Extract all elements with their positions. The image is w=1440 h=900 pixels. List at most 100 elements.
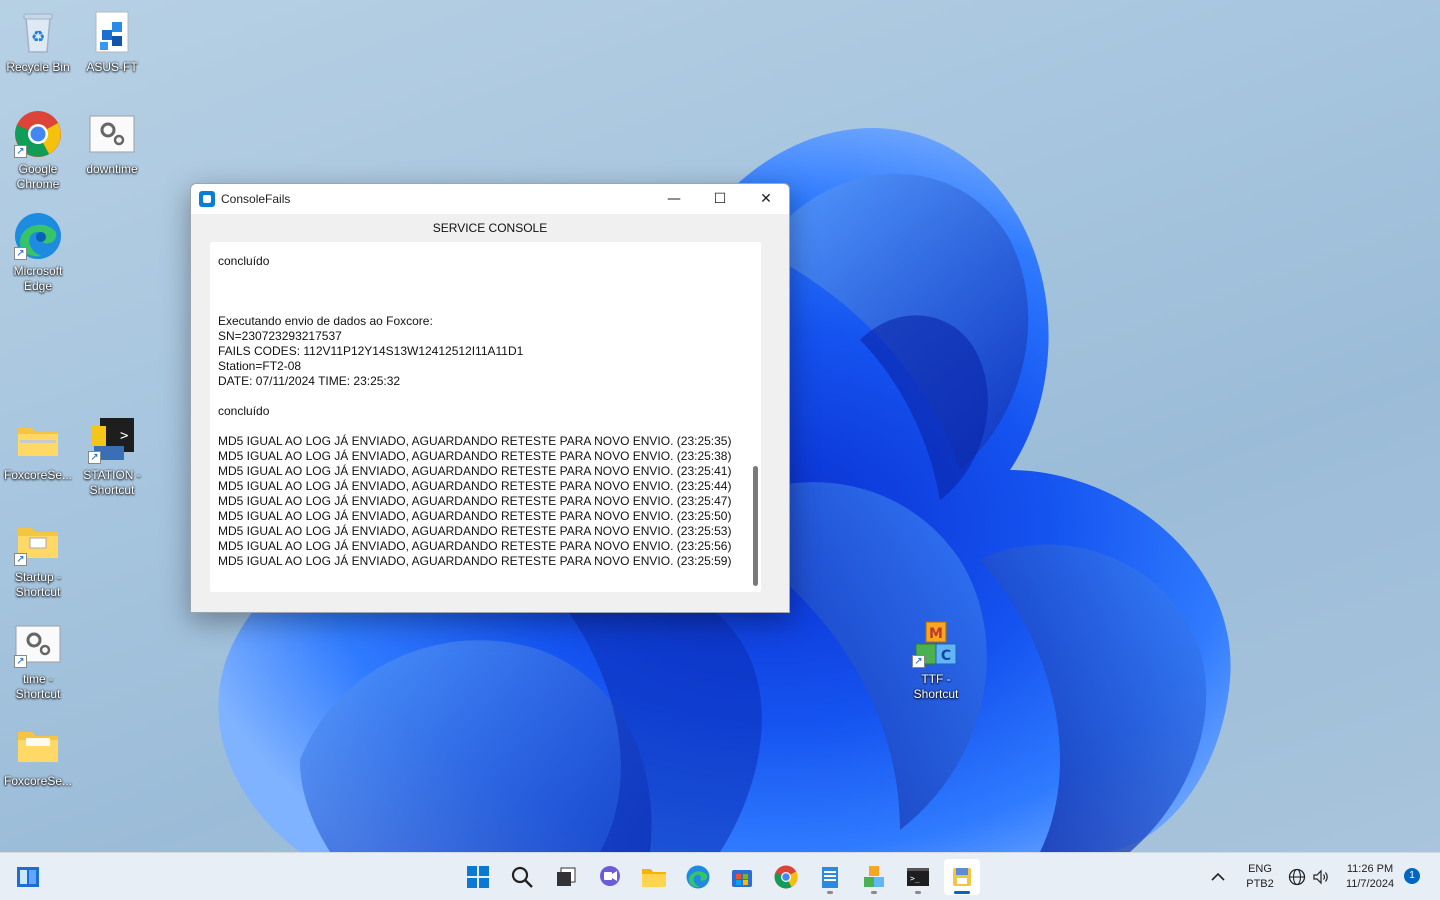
desktop-icon-time-shortcut[interactable]: ↗ time - Shortcut [0,620,76,702]
desktop-icon-ttf-shortcut[interactable]: M C ↗ TTF - Shortcut [898,620,974,702]
log-output-panel[interactable]: concluído Executando envio de dados ao Fo… [210,242,761,592]
start-button[interactable] [460,859,496,895]
globe-icon [1288,868,1306,886]
consolefails-taskbar-button[interactable] [944,859,980,895]
store-button[interactable] [724,859,760,895]
desktop-icon-label: ASUS-FT [86,60,138,74]
shortcut-arrow-icon: ↗ [88,451,101,464]
svg-text:>_: >_ [910,874,920,883]
log-line: MD5 IGUAL AO LOG JÁ ENVIADO, AGUARDANDO … [218,539,732,553]
desktop-icon-microsoft-edge[interactable]: ↗ Microsoft Edge [0,212,76,294]
log-line: concluído [218,254,270,268]
network-button[interactable] [1286,859,1308,895]
folder-icon: ↗ [14,518,62,566]
desktop-icon-station-shortcut[interactable]: > ↗ STATION - Shortcut [74,416,150,498]
log-line: MD5 IGUAL AO LOG JÁ ENVIADO, AGUARDANDO … [218,479,732,493]
shortcut-arrow-icon: ↗ [912,655,925,668]
desktop-icon-label: STATION - Shortcut [83,468,141,497]
speaker-icon [1313,869,1328,885]
desktop-icon-label: Startup - Shortcut [14,570,62,599]
task-view-icon [557,867,576,886]
window-titlebar[interactable]: ConsoleFails — ☐ ✕ [191,184,789,214]
python-terminal-icon: > ↗ [88,416,136,464]
svg-text:♻: ♻ [31,27,45,46]
file-explorer-button[interactable] [636,859,672,895]
shortcut-arrow-icon: ↗ [14,655,27,668]
language-indicator[interactable]: ENG PTB2 [1240,862,1280,892]
running-indicator [915,891,921,894]
consolefails-window[interactable]: ConsoleFails — ☐ ✕ SERVICE CONSOLE concl… [190,183,790,613]
app-icon [199,191,215,207]
desktop-icon-startup-shortcut[interactable]: ↗ Startup - Shortcut [0,518,76,600]
desktop-icon-foxcorese-zip[interactable]: FoxcoreSe... [0,416,76,483]
running-indicator [871,891,877,894]
desktop-icon-label: Recycle Bin [6,60,70,74]
edge-icon [686,865,710,889]
desktop-icon-asus-ft[interactable]: ASUS-FT [74,8,150,75]
show-hidden-icons-button[interactable] [1206,859,1230,895]
blocks-mfc-icon: M C ↗ [912,620,960,668]
desktop-icon-google-chrome[interactable]: ↗ Google Chrome [0,110,76,192]
log-scrollbar[interactable] [753,466,758,586]
log-line: MD5 IGUAL AO LOG JÁ ENVIADO, AGUARDANDO … [218,524,732,538]
svg-text:>: > [120,428,128,444]
desktop-icon-downtime[interactable]: downtime [74,110,150,177]
terminal-button[interactable]: >_ [900,859,936,895]
clock-date: 11/7/2024 [1345,878,1395,890]
desktop-icon-label: TTF - Shortcut [913,672,959,701]
taskbar: >_ ENG PTB2 11:26 PM 11/7/2024 [0,852,1440,900]
log-line: MD5 IGUAL AO LOG JÁ ENVIADO, AGUARDANDO … [218,464,732,478]
log-line: concluído [218,404,270,418]
log-line: MD5 IGUAL AO LOG JÁ ENVIADO, AGUARDANDO … [218,509,732,523]
svg-text:C: C [941,648,951,664]
log-line: SN=230723293217537 [218,329,342,343]
clock[interactable]: 11:26 PM 11/7/2024 [1338,862,1402,892]
gear-file-icon [88,110,136,158]
maximize-button[interactable]: ☐ [697,184,743,214]
shortcut-arrow-icon: ↗ [14,553,27,566]
store-icon [732,870,752,887]
log-line: MD5 IGUAL AO LOG JÁ ENVIADO, AGUARDANDO … [218,434,732,448]
widgets-button[interactable] [10,859,46,895]
minimize-button[interactable]: — [651,184,697,214]
log-line: MD5 IGUAL AO LOG JÁ ENVIADO, AGUARDANDO … [218,449,732,463]
desktop-icon-label: downtime [86,162,138,176]
desktop-icon-label: FoxcoreSe... [3,774,73,788]
consolefails-app-icon [953,868,971,886]
keyboard-layout-text: PTB2 [1246,878,1274,890]
widgets-icon [17,867,39,887]
notification-badge[interactable]: 1 [1404,868,1420,884]
log-line: Executando envio de dados ao Foxcore: [218,314,433,328]
edge-taskbar-button[interactable] [680,859,716,895]
log-line: MD5 IGUAL AO LOG JÁ ENVIADO, AGUARDANDO … [218,554,732,568]
ttf-taskbar-button[interactable] [856,859,892,895]
language-text: ENG [1248,863,1272,875]
desktop-icon-label: Microsoft Edge [13,264,63,293]
chat-button[interactable] [592,859,628,895]
zip-folder-icon [14,416,62,464]
chevron-up-icon [1211,872,1225,881]
search-button[interactable] [504,859,540,895]
desktop-icon-foxcorese-folder[interactable]: FoxcoreSe... [0,722,76,789]
shortcut-arrow-icon: ↗ [14,145,27,158]
chat-icon [600,866,620,886]
desktop-icon-recycle-bin[interactable]: ♻ Recycle Bin [0,8,76,75]
clock-time: 11:26 PM [1346,863,1394,875]
close-button[interactable]: ✕ [743,184,789,214]
log-line: DATE: 07/11/2024 TIME: 23:25:32 [218,374,401,388]
volume-button[interactable] [1310,859,1332,895]
log-text: concluído Executando envio de dados ao Fo… [218,254,737,569]
windows-logo-icon [467,866,489,888]
search-icon [511,866,533,888]
chrome-taskbar-button[interactable] [768,859,804,895]
chrome-icon [774,865,798,889]
blocks-mfc-icon [864,866,884,887]
folder-icon [642,869,666,887]
notepad-button[interactable] [812,859,848,895]
task-view-button[interactable] [548,859,584,895]
